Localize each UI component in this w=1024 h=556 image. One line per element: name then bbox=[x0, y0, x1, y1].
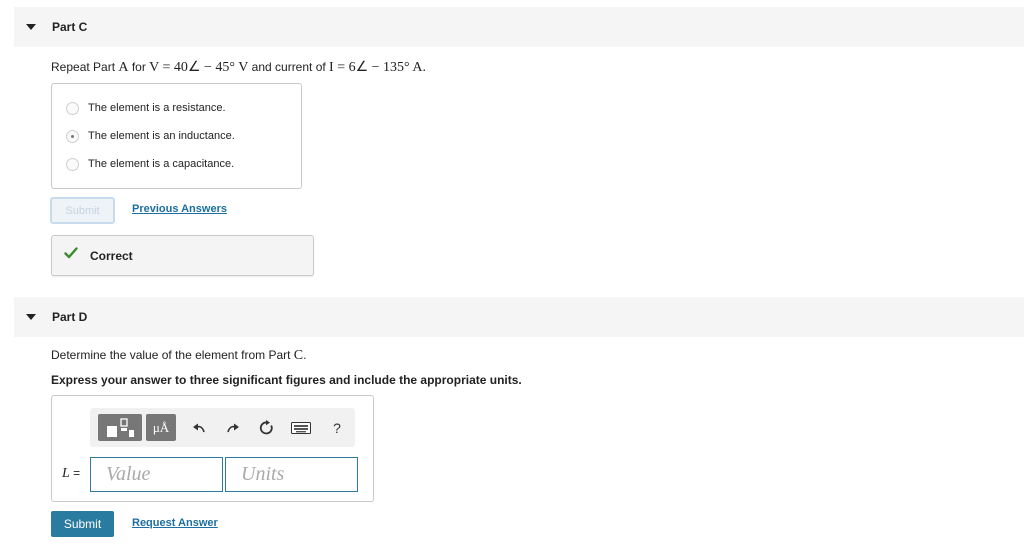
part-c-header[interactable]: Part C bbox=[14, 7, 1024, 47]
variable-label: L = bbox=[62, 466, 81, 481]
part-c-submit-button[interactable]: Submit bbox=[50, 197, 115, 224]
templates-icon bbox=[107, 417, 134, 437]
part-d-instruction: Express your answer to three significant… bbox=[51, 373, 522, 387]
collapse-caret-icon[interactable] bbox=[26, 24, 36, 30]
choice-resistance[interactable]: The element is a resistance. bbox=[66, 100, 226, 116]
part-c-prompt: Repeat Part A for V = 40∠ − 45° V and cu… bbox=[51, 60, 426, 75]
choice-inductance[interactable]: The element is an inductance. bbox=[66, 128, 235, 144]
keyboard-icon[interactable] bbox=[288, 414, 314, 441]
templates-button[interactable] bbox=[98, 414, 142, 441]
undo-icon[interactable] bbox=[186, 414, 212, 441]
math-toolbar: μÅ ? bbox=[90, 408, 355, 447]
answer-choices: The element is a resistance. The element… bbox=[51, 83, 302, 189]
part-d-prompt: Determine the value of the element from … bbox=[51, 348, 307, 363]
part-d-submit-button[interactable]: Submit bbox=[51, 511, 114, 537]
redo-icon[interactable] bbox=[220, 414, 246, 441]
help-button[interactable]: ? bbox=[324, 414, 350, 441]
reset-icon[interactable] bbox=[254, 414, 280, 441]
part-c-title: Part C bbox=[52, 20, 88, 34]
radio-button-selected[interactable] bbox=[66, 129, 79, 143]
part-d-title: Part D bbox=[52, 310, 88, 324]
units-input[interactable] bbox=[225, 457, 358, 492]
checkmark-icon bbox=[64, 247, 78, 262]
request-answer-link[interactable]: Request Answer bbox=[132, 517, 218, 529]
feedback-message: Correct bbox=[90, 249, 133, 263]
feedback-box: Correct bbox=[51, 235, 314, 276]
previous-answers-link[interactable]: Previous Answers bbox=[132, 203, 227, 215]
units-button[interactable]: μÅ bbox=[146, 414, 176, 441]
part-d-header[interactable]: Part D bbox=[14, 297, 1024, 337]
radio-button[interactable] bbox=[66, 101, 79, 115]
choice-capacitance[interactable]: The element is a capacitance. bbox=[66, 156, 234, 172]
answer-entry-box: μÅ ? L = bbox=[51, 395, 374, 502]
value-input[interactable] bbox=[90, 457, 223, 492]
collapse-caret-icon[interactable] bbox=[26, 314, 36, 320]
radio-button[interactable] bbox=[66, 157, 79, 171]
